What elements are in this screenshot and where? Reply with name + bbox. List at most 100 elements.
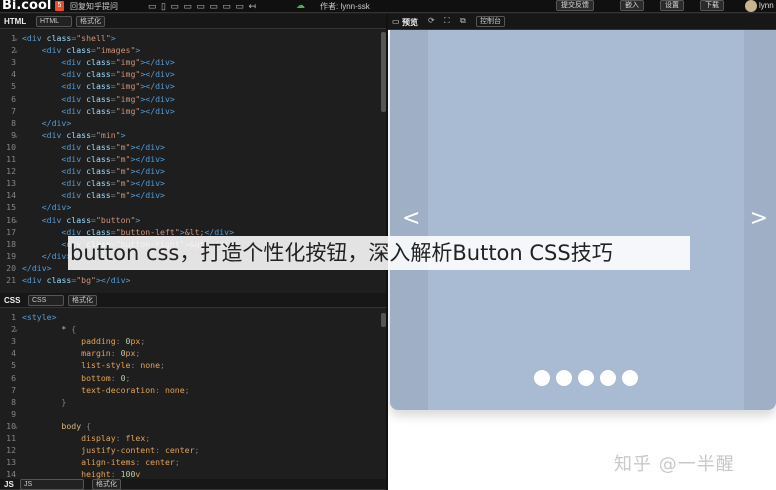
refresh-icon[interactable]: ⟳ — [428, 16, 435, 25]
embed-button[interactable]: 嵌入 — [620, 0, 644, 11]
settings-button-label: 设置 — [665, 2, 679, 9]
fold-chevron-icon[interactable]: ⌄ — [14, 44, 18, 56]
code-line[interactable]: 10 ⌄ body { — [0, 420, 380, 432]
code-line[interactable]: 4 <div class="img"></div> — [0, 68, 380, 80]
carousel-dot[interactable] — [534, 370, 550, 386]
layout-toolbar-icons[interactable]: ▭ ▯ ▭ ▭ ▭ ▭ ▭ ▭ ↤ — [148, 1, 257, 12]
js-lang-select[interactable]: JS — [20, 479, 84, 490]
code-token: none — [164, 384, 185, 395]
js-format-button[interactable]: 格式化 — [92, 479, 121, 490]
code-text: display: flex; — [22, 432, 150, 444]
code-token: "min" — [95, 129, 121, 140]
code-token: <div — [22, 33, 47, 43]
code-token: </div> — [22, 262, 52, 273]
css-editor[interactable]: 1 <style> 2 ⌄ * {3 padding: 0px; 4 margin: 0… — [0, 309, 388, 479]
site-logo[interactable]: Bi.cool — [2, 0, 51, 13]
code-line[interactable]: 15 </div> — [0, 201, 380, 213]
code-token: ; — [140, 336, 146, 347]
code-line[interactable]: 9 — [0, 408, 380, 420]
code-token: align-items — [22, 457, 136, 468]
code-line[interactable]: 11 display: flex; — [0, 432, 380, 444]
code-line[interactable]: 12 <div class="m"></div> — [0, 165, 380, 177]
code-text: <div class="img"></div> — [22, 56, 174, 68]
code-token: * — [22, 324, 72, 335]
css-format-button[interactable]: 格式化 — [68, 295, 97, 306]
code-token: class — [86, 190, 111, 201]
code-line[interactable]: 1 <style> — [0, 311, 380, 323]
code-line[interactable]: 2 ⌄ * { — [0, 323, 380, 335]
feedback-button[interactable]: 提交反馈 — [556, 0, 594, 11]
fold-chevron-icon[interactable]: ⌄ — [14, 323, 18, 335]
carousel-next-button[interactable]: > — [750, 206, 768, 231]
code-token: <div — [22, 81, 87, 92]
fold-chevron-icon[interactable]: ⌄ — [14, 32, 18, 44]
code-line[interactable]: 16 ⌄ <div class="button"> — [0, 214, 380, 226]
carousel-dot[interactable] — [622, 370, 638, 386]
carousel-dot[interactable] — [556, 370, 572, 386]
code-line[interactable]: 1 ⌄ <div class="shell"> — [0, 32, 380, 44]
css-lang-select[interactable]: CSS — [28, 295, 64, 306]
code-line[interactable]: 5 list-style: none; — [0, 359, 380, 371]
code-line[interactable]: 3 padding: 0px; — [0, 335, 380, 347]
code-line[interactable]: 13 <div class="m"></div> — [0, 177, 380, 189]
code-token: <div — [22, 129, 67, 140]
code-token: <div — [22, 57, 87, 68]
code-line[interactable]: 7 <div class="img"></div> — [0, 105, 380, 117]
code-token: > — [120, 129, 126, 140]
preview-tab[interactable]: 预览 — [402, 17, 418, 28]
code-text: bottom: 0; — [22, 372, 130, 384]
line-number: 14 — [6, 469, 16, 479]
code-token: class — [86, 166, 111, 177]
code-line[interactable]: 8 </div> — [0, 117, 380, 129]
code-line[interactable]: 6 <div class="img"></div> — [0, 93, 380, 105]
code-token: class — [86, 69, 111, 80]
code-line[interactable]: 9 ⌄ <div class="min"> — [0, 129, 380, 141]
new-window-icon[interactable]: ⧉ — [460, 16, 466, 26]
code-text: margin: 0px; — [22, 347, 140, 359]
code-line[interactable]: 8 } — [0, 396, 380, 408]
html-lang-select[interactable]: HTML — [36, 16, 72, 27]
code-text: <div class="m"></div> — [22, 153, 165, 165]
code-line[interactable]: 3 <div class="img"></div> — [0, 56, 380, 68]
code-token: } — [22, 396, 67, 407]
code-line[interactable]: 4 margin: 0px; — [0, 347, 380, 359]
code-token: padding — [22, 336, 116, 347]
settings-button[interactable]: 设置 — [660, 0, 684, 11]
line-number: 7 — [11, 105, 16, 116]
carousel-dot[interactable] — [600, 370, 616, 386]
code-text: justify-content: center; — [22, 444, 199, 456]
avatar[interactable] — [745, 0, 757, 12]
carousel-prev-button[interactable]: < — [402, 206, 420, 231]
code-token: <div — [22, 190, 87, 201]
code-line[interactable]: 2 ⌄ <div class="images"> — [0, 44, 380, 56]
download-button[interactable]: 下载 — [700, 0, 724, 11]
console-button[interactable]: 控制台 — [476, 16, 505, 27]
line-number: 12 — [6, 166, 16, 177]
code-line[interactable]: 11 <div class="m"></div> — [0, 153, 380, 165]
code-line[interactable]: 7 text-decoration: none; — [0, 384, 380, 396]
line-number: 17 — [6, 226, 16, 237]
fold-chevron-icon[interactable]: ⌄ — [14, 129, 18, 141]
fold-chevron-icon[interactable]: ⌄ — [14, 420, 18, 432]
cloud-sync-icon: ☁ — [296, 0, 305, 10]
code-line[interactable]: 6 bottom: 0; — [0, 372, 380, 384]
html-format-button[interactable]: 格式化 — [76, 16, 105, 27]
code-line[interactable]: 14 <div class="m"></div> — [0, 189, 380, 201]
project-title[interactable]: 回复知乎提问 — [70, 1, 118, 12]
code-line[interactable]: 5 <div class="img"></div> — [0, 80, 380, 92]
code-token: ></div> — [140, 81, 175, 92]
code-token: <div — [22, 166, 87, 177]
code-token: "m" — [115, 141, 131, 152]
carousel-dot[interactable] — [578, 370, 594, 386]
code-text: align-items: center; — [22, 456, 180, 468]
code-token: class — [66, 214, 92, 225]
code-token: : — [115, 336, 126, 347]
code-line[interactable]: 12 justify-content: center; — [0, 444, 380, 456]
code-line[interactable]: 14 height: 100v — [0, 468, 380, 479]
code-line[interactable]: 13 align-items: center; — [0, 456, 380, 468]
fold-chevron-icon[interactable]: ⌄ — [14, 214, 18, 226]
code-line[interactable]: 10 <div class="m"></div> — [0, 141, 380, 153]
fullscreen-icon[interactable]: ⛶ — [444, 16, 450, 26]
code-line[interactable]: 21 <div class="bg"></div> — [0, 274, 380, 286]
code-token: : — [110, 469, 121, 479]
